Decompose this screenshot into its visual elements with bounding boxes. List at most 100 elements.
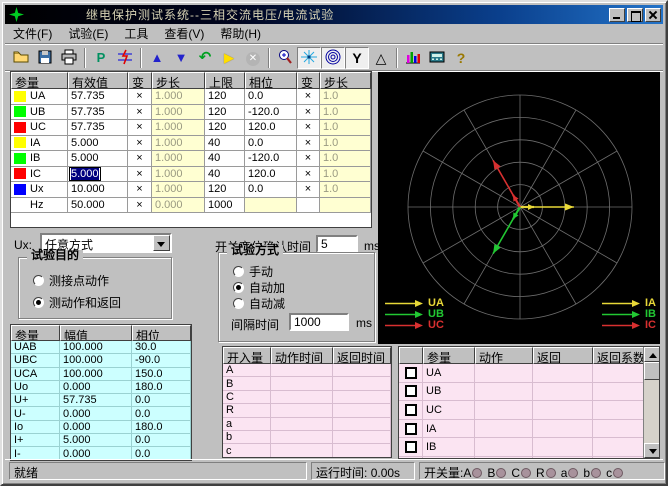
param-var2-toggle[interactable]: × <box>297 105 320 121</box>
param-limit-cell[interactable]: 120 <box>205 182 245 198</box>
result-table-scrollbar[interactable] <box>643 347 659 458</box>
bar-graph-button[interactable] <box>401 47 425 69</box>
radio-icon[interactable] <box>233 282 244 293</box>
param-step-cell[interactable]: 1.000 <box>152 136 205 152</box>
param-var-toggle[interactable]: × <box>128 182 152 198</box>
param-phase-cell[interactable]: 120.0 <box>245 120 297 136</box>
param-step2-cell[interactable]: 1.0 <box>320 120 371 136</box>
checkbox-icon[interactable] <box>405 423 417 435</box>
param-limit-cell[interactable]: 40 <box>205 151 245 167</box>
scroll-thumb[interactable] <box>644 362 660 380</box>
param-step2-cell[interactable]: 1.0 <box>320 136 371 152</box>
scroll-up-icon[interactable] <box>644 347 660 362</box>
param-var-toggle[interactable]: × <box>128 136 152 152</box>
param-value-cell[interactable]: 57.735 <box>68 89 128 105</box>
purpose-option[interactable]: 测接点动作 <box>33 272 109 289</box>
checkbox-icon[interactable] <box>405 404 417 416</box>
param-phase-cell[interactable]: 0.0 <box>245 182 297 198</box>
purpose-option[interactable]: 测动作和返回 <box>33 294 121 311</box>
param-phase-cell[interactable]: 120.0 <box>245 167 297 183</box>
p-mode-button[interactable]: P <box>89 47 113 69</box>
param-var-toggle[interactable]: × <box>128 167 152 183</box>
interval-input[interactable] <box>289 313 349 331</box>
param-phase-cell[interactable]: -120.0 <box>245 105 297 121</box>
param-step2-cell[interactable]: 1.0 <box>320 182 371 198</box>
param-var-toggle[interactable]: × <box>128 120 152 136</box>
calculator-button[interactable] <box>425 47 449 69</box>
radio-icon[interactable] <box>33 275 44 286</box>
menu-view[interactable]: 查看(V) <box>156 23 212 44</box>
checkbox-icon[interactable] <box>405 367 417 379</box>
step-up-button[interactable]: ▲ <box>145 47 169 69</box>
close-button[interactable] <box>645 8 661 22</box>
radio-icon[interactable] <box>233 266 244 277</box>
param-var2-toggle[interactable]: × <box>297 136 320 152</box>
param-value-cell[interactable]: 5.000 <box>68 167 128 183</box>
open-file-button[interactable] <box>9 47 33 69</box>
param-value-cell[interactable]: 5.000 <box>68 151 128 167</box>
param-limit-cell[interactable]: 1000 <box>205 198 245 214</box>
maximize-button[interactable] <box>627 8 643 22</box>
param-step-cell[interactable]: 1.000 <box>152 120 205 136</box>
param-step2-cell[interactable]: 1.0 <box>320 89 371 105</box>
param-step-cell[interactable]: 1.000 <box>152 105 205 121</box>
zoom-button[interactable] <box>273 47 297 69</box>
param-var-toggle[interactable]: × <box>128 105 152 121</box>
menu-help[interactable]: 帮助(H) <box>212 23 269 44</box>
help-button[interactable]: ? <box>449 47 473 69</box>
param-var2-toggle[interactable]: × <box>297 120 320 136</box>
menu-file[interactable]: 文件(F) <box>5 23 60 44</box>
param-limit-cell[interactable]: 40 <box>205 136 245 152</box>
stop-test-button[interactable]: ✕ <box>241 47 265 69</box>
param-limit-cell[interactable]: 120 <box>205 120 245 136</box>
mode-option[interactable]: 自动加 <box>233 279 285 296</box>
delta-connection-button[interactable]: △ <box>369 47 393 69</box>
mode-option[interactable]: 自动减 <box>233 295 285 312</box>
radio-icon[interactable] <box>233 298 244 309</box>
param-step2-cell[interactable] <box>320 198 371 214</box>
print-button[interactable] <box>57 47 81 69</box>
minimize-button[interactable] <box>609 8 625 22</box>
param-var2-toggle[interactable]: × <box>297 151 320 167</box>
param-step2-cell[interactable]: 1.0 <box>320 151 371 167</box>
save-file-button[interactable] <box>33 47 57 69</box>
param-step-cell[interactable]: 1.000 <box>152 182 205 198</box>
param-var2-toggle[interactable]: × <box>297 182 320 198</box>
value-edit-box[interactable]: 5.000 <box>69 167 101 181</box>
param-step2-cell[interactable]: 1.0 <box>320 105 371 121</box>
param-step2-cell[interactable]: 1.0 <box>320 167 371 183</box>
param-phase-cell[interactable]: -120.0 <box>245 151 297 167</box>
param-value-cell[interactable]: 5.000 <box>68 136 128 152</box>
param-var-toggle[interactable]: × <box>128 151 152 167</box>
param-phase-cell[interactable]: 0.0 <box>245 136 297 152</box>
param-phase-cell[interactable] <box>245 198 297 214</box>
param-value-cell[interactable]: 57.735 <box>68 105 128 121</box>
param-limit-cell[interactable]: 120 <box>205 89 245 105</box>
menu-tools[interactable]: 工具 <box>116 23 156 44</box>
param-value-cell[interactable]: 50.000 <box>68 198 128 214</box>
scroll-down-icon[interactable] <box>644 443 660 458</box>
param-step-cell[interactable]: 1.000 <box>152 167 205 183</box>
param-step-cell[interactable]: 0.000 <box>152 198 205 214</box>
param-var-toggle[interactable]: × <box>128 198 152 214</box>
param-var2-toggle[interactable]: × <box>297 89 320 105</box>
param-limit-cell[interactable]: 40 <box>205 167 245 183</box>
chevron-down-icon[interactable] <box>153 235 170 251</box>
param-limit-cell[interactable]: 120 <box>205 105 245 121</box>
polar-grid-button[interactable] <box>297 47 321 69</box>
param-var2-toggle[interactable]: × <box>297 167 320 183</box>
param-phase-cell[interactable]: 0.0 <box>245 89 297 105</box>
step-down-button[interactable]: ▼ <box>169 47 193 69</box>
wye-connection-button[interactable]: Y <box>345 47 369 69</box>
undo-button[interactable]: ↶ <box>193 47 217 69</box>
confirm-time-input[interactable] <box>316 235 358 253</box>
param-var-toggle[interactable]: × <box>128 89 152 105</box>
checkbox-icon[interactable] <box>405 385 417 397</box>
param-step-cell[interactable]: 1.000 <box>152 151 205 167</box>
fault-set-button[interactable] <box>113 47 137 69</box>
param-value-cell[interactable]: 57.735 <box>68 120 128 136</box>
param-step-cell[interactable]: 1.000 <box>152 89 205 105</box>
circle-view-button[interactable] <box>321 47 345 69</box>
param-var2-toggle[interactable] <box>297 198 320 214</box>
mode-option[interactable]: 手动 <box>233 263 273 280</box>
